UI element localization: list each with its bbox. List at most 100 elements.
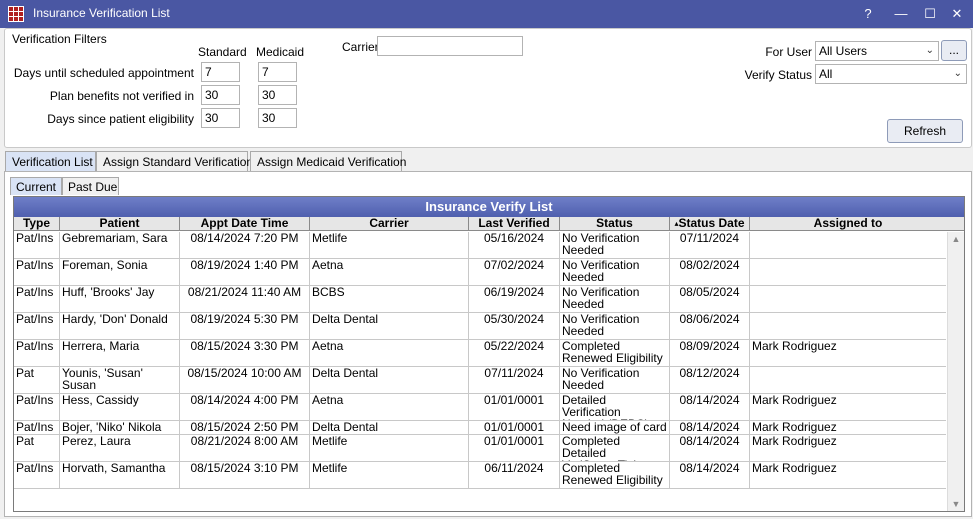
subtab-current[interactable]: Current (10, 177, 62, 195)
cell-appt: 08/15/2024 2:50 PM (180, 421, 310, 434)
verify-status-label: Verify Status (744, 68, 812, 82)
tab-verification-list[interactable]: Verification List (5, 151, 96, 171)
table-row[interactable]: Pat/Ins Hardy, 'Don' Donald 08/19/2024 5:3… (14, 313, 946, 340)
cell-type: Pat/Ins (14, 340, 60, 366)
column-header-status-date[interactable]: ▴Status Date (670, 217, 750, 231)
table-row[interactable]: Pat/Ins Foreman, Sonia 08/19/2024 1:40 PM A… (14, 259, 946, 286)
status-line: Need image of card (562, 421, 667, 434)
table-row[interactable]: Pat/Ins Gebremariam, Sara 08/14/2024 7:20 … (14, 232, 946, 259)
minimize-button[interactable]: — (890, 4, 912, 24)
column-header-type[interactable]: Type (14, 217, 60, 231)
status-line: Needed (562, 324, 605, 338)
column-header-patient[interactable]: Patient (60, 217, 180, 231)
cell-status: Need image of card (560, 421, 670, 434)
carrier-label: Carrier (342, 40, 379, 54)
maximize-button[interactable]: ☐ (919, 4, 941, 24)
days-until-appt-label: Days until scheduled appointment (13, 66, 194, 80)
cell-patient: Bojer, 'Niko' Nikola (60, 421, 180, 434)
status-line: Renewed Eligibility (562, 351, 663, 365)
cell-type: Pat (14, 435, 60, 461)
cell-assigned (750, 313, 946, 339)
carrier-input[interactable] (377, 36, 523, 56)
status-line: VeriSmart Ticket (562, 459, 667, 461)
cell-carrier: Aetna (310, 394, 469, 420)
cell-patient: Hess, Cassidy (60, 394, 180, 420)
cell-patient: Perez, Laura (60, 435, 180, 461)
cell-last: 06/11/2024 (469, 462, 560, 488)
cell-status-date: 07/11/2024 (670, 232, 750, 258)
cell-patient: Herrera, Maria (60, 340, 180, 366)
cell-carrier: Delta Dental (310, 367, 469, 393)
column-header-carrier[interactable]: Carrier (310, 217, 469, 231)
refresh-button[interactable]: Refresh (887, 119, 963, 143)
cell-patient: Younis, 'Susan' Susan (60, 367, 180, 393)
table-row[interactable]: Pat/Ins Hess, Cassidy 08/14/2024 4:00 PM Ae… (14, 394, 946, 421)
for-user-select[interactable]: All Users ⌄ (815, 41, 939, 61)
table-row[interactable]: Pat Perez, Laura 08/21/2024 8:00 AM Metlife… (14, 435, 946, 462)
scroll-down-icon[interactable]: ▼ (948, 499, 964, 509)
cell-appt: 08/19/2024 5:30 PM (180, 313, 310, 339)
column-header-status[interactable]: Status (560, 217, 670, 231)
cell-patient: Gebremariam, Sara (60, 232, 180, 258)
table-row[interactable]: Pat/Ins Horvath, Samantha 08/15/2024 3:10 … (14, 462, 946, 489)
plan-benefits-medicaid-input[interactable]: 30 (258, 85, 297, 105)
cell-status-date: 08/02/2024 (670, 259, 750, 285)
cell-carrier: BCBS (310, 286, 469, 312)
verify-status-select[interactable]: All ⌄ (815, 64, 967, 84)
cell-carrier: Delta Dental (310, 421, 469, 434)
verification-list-panel: Current Past Due Insurance Verify List T… (4, 171, 972, 517)
cell-last: 07/11/2024 (469, 367, 560, 393)
for-user-value: All Users (819, 44, 868, 58)
status-line: Detailed Verification (562, 394, 621, 419)
cell-status: No Verification Needed (560, 232, 670, 258)
cell-status: No Verification Needed (560, 286, 670, 312)
column-header-assigned[interactable]: Assigned to (750, 217, 946, 231)
cell-type: Pat (14, 367, 60, 393)
close-button[interactable]: ✕ (946, 4, 968, 24)
cell-assigned: Mark Rodriguez (752, 462, 837, 475)
plan-benefits-standard-input[interactable]: 30 (201, 85, 240, 105)
days-until-appt-standard-input[interactable]: 7 (201, 62, 240, 82)
cell-appt: 08/21/2024 8:00 AM (180, 435, 310, 461)
status-line: Needed (562, 270, 605, 284)
table-row[interactable]: Pat/Ins Huff, 'Brooks' Jay 08/21/2024 11:4… (14, 286, 946, 313)
cell-last: 05/22/2024 (469, 340, 560, 366)
cell-assigned: Mark Rodriguez (752, 421, 837, 434)
tab-assign-standard[interactable]: Assign Standard Verification (96, 151, 253, 171)
pick-user-button[interactable]: ... (941, 40, 967, 61)
cell-status-date: 08/14/2024 (670, 435, 750, 461)
table-row[interactable]: Pat/Ins Bojer, 'Niko' Nikola 08/15/2024 2:… (14, 421, 946, 435)
days-since-eligibility-medicaid-input[interactable]: 30 (258, 108, 297, 128)
cell-status: No Verification Needed (560, 367, 670, 393)
cell-carrier: Aetna (310, 340, 469, 366)
status-line: Needed (562, 243, 605, 257)
cell-status: Completed DetailedVeriSmart Ticket (560, 435, 670, 461)
cell-patient: Foreman, Sonia (60, 259, 180, 285)
tab-assign-medicaid[interactable]: Assign Medicaid Verification (250, 151, 406, 171)
column-header-appt[interactable]: Appt Date Time (180, 217, 310, 231)
verification-filters-group: Verification Filters Standard Medicaid D… (4, 28, 972, 148)
table-row[interactable]: Pat Younis, 'Susan' Susan 08/15/2024 10:00… (14, 367, 946, 394)
cell-status: Completed Renewed Eligibility (560, 462, 670, 488)
help-button[interactable]: ? (857, 4, 879, 24)
cell-assigned: Mark Rodriguez (752, 340, 837, 353)
cell-type: Pat/Ins (14, 394, 60, 420)
cell-type: Pat/Ins (14, 232, 60, 258)
cell-last: 06/19/2024 (469, 286, 560, 312)
grid-title: Insurance Verify List (14, 197, 964, 217)
status-date-label: Status Date (678, 216, 745, 230)
app-grid-icon (8, 6, 24, 22)
cell-appt: 08/15/2024 3:10 PM (180, 462, 310, 488)
cell-carrier: Delta Dental (310, 313, 469, 339)
window-title: Insurance Verification List (33, 6, 170, 20)
table-row[interactable]: Pat/Ins Herrera, Maria 08/15/2024 3:30 PM A… (14, 340, 946, 367)
subtab-past-due[interactable]: Past Due (62, 177, 119, 195)
days-until-appt-medicaid-input[interactable]: 7 (258, 62, 297, 82)
scroll-up-icon[interactable]: ▲ (948, 234, 964, 244)
cell-last: 05/16/2024 (469, 232, 560, 258)
cell-carrier: Metlife (310, 232, 469, 258)
cell-last: 01/01/0001 (469, 421, 560, 434)
vertical-scrollbar[interactable]: ▲ ▼ (947, 232, 964, 511)
column-header-last-verified[interactable]: Last Verified (469, 217, 560, 231)
days-since-eligibility-standard-input[interactable]: 30 (201, 108, 240, 128)
